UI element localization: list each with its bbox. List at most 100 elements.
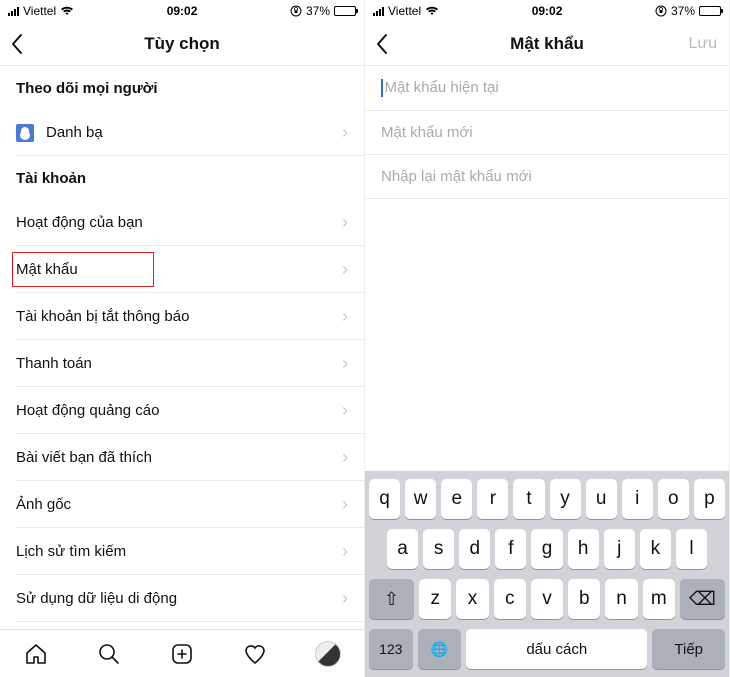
key-k[interactable]: k [640, 529, 671, 569]
back-button[interactable] [375, 33, 389, 55]
space-key[interactable]: dấu cách [466, 629, 647, 669]
key-h[interactable]: h [568, 529, 599, 569]
key-x[interactable]: x [456, 579, 488, 619]
row-password[interactable]: Mật khẩu › [0, 246, 364, 293]
key-w[interactable]: w [405, 479, 436, 519]
row-label: Tài khoản bị tắt thông báo [16, 308, 189, 325]
return-key[interactable]: Tiếp [652, 629, 725, 669]
key-s[interactable]: s [423, 529, 454, 569]
row-activity[interactable]: Hoạt động của bạn › [0, 199, 364, 246]
clock: 09:02 [167, 4, 198, 18]
current-password-field[interactable]: Mật khẩu hiện tại [365, 66, 729, 111]
row-label: Bài viết bạn đã thích [16, 449, 152, 466]
chevron-right-icon: › [342, 212, 348, 233]
signal-icon [373, 7, 384, 16]
row-label: Hoạt động quảng cáo [16, 402, 159, 419]
row-cellular-data[interactable]: Sử dụng dữ liệu di động › [0, 575, 364, 622]
key-b[interactable]: b [568, 579, 600, 619]
key-m[interactable]: m [643, 579, 675, 619]
row-payments[interactable]: Thanh toán › [0, 340, 364, 387]
chevron-right-icon: › [342, 588, 348, 609]
page-title: Tùy chọn [144, 34, 220, 54]
key-n[interactable]: n [605, 579, 637, 619]
new-password-field[interactable]: Mật khẩu mới [365, 111, 729, 155]
key-j[interactable]: j [604, 529, 635, 569]
key-y[interactable]: y [550, 479, 581, 519]
back-button[interactable] [10, 33, 24, 55]
wifi-icon [425, 6, 439, 16]
contacts-icon [16, 124, 34, 142]
keyboard-row-1: q w e r t y u i o p [369, 479, 725, 519]
key-q[interactable]: q [369, 479, 400, 519]
key-v[interactable]: v [531, 579, 563, 619]
key-d[interactable]: d [459, 529, 490, 569]
new-post-tab[interactable] [169, 641, 195, 667]
nav-header: Tùy chọn [0, 22, 364, 66]
row-contacts[interactable]: Danh bạ › [0, 109, 364, 156]
key-p[interactable]: p [694, 479, 725, 519]
confirm-password-field[interactable]: Nhập lại mật khẩu mới [365, 155, 729, 199]
nav-header: Mật khẩu Lưu [365, 22, 729, 66]
section-account-header: Tài khoản [0, 156, 364, 199]
key-g[interactable]: g [531, 529, 562, 569]
chevron-right-icon: › [342, 122, 348, 143]
keyboard-row-4: 123 🌐 dấu cách Tiếp [369, 629, 725, 669]
chevron-right-icon: › [342, 306, 348, 327]
chevron-right-icon: › [342, 541, 348, 562]
shift-key[interactable]: ⇧ [369, 579, 414, 619]
section-follow-header: Theo dõi mọi người [0, 66, 364, 109]
chevron-right-icon: › [342, 447, 348, 468]
keyboard-row-2: a s d f g h j k l [369, 529, 725, 569]
row-ad-activity[interactable]: Hoạt động quảng cáo › [0, 387, 364, 434]
carrier-label: Viettel [388, 4, 421, 18]
chevron-right-icon: › [342, 353, 348, 374]
search-tab[interactable] [96, 641, 122, 667]
row-label: Sử dụng dữ liệu di động [16, 590, 177, 607]
key-a[interactable]: a [387, 529, 418, 569]
backspace-icon: ⌫ [689, 588, 716, 611]
row-liked-posts[interactable]: Bài viết bạn đã thích › [0, 434, 364, 481]
chevron-right-icon: › [342, 400, 348, 421]
key-e[interactable]: e [441, 479, 472, 519]
key-f[interactable]: f [495, 529, 526, 569]
row-search-history[interactable]: Lịch sử tìm kiếm › [0, 528, 364, 575]
phone-options: Viettel 09:02 37% Tùy chọn Theo dõi mọi … [0, 0, 365, 677]
key-u[interactable]: u [586, 479, 617, 519]
row-label: Thanh toán [16, 355, 92, 372]
carrier-label: Viettel [23, 4, 56, 18]
key-l[interactable]: l [676, 529, 707, 569]
key-c[interactable]: c [494, 579, 526, 619]
row-muted-accounts[interactable]: Tài khoản bị tắt thông báo › [0, 293, 364, 340]
row-label: Mật khẩu [16, 261, 78, 278]
numbers-key[interactable]: 123 [369, 629, 413, 669]
globe-key[interactable]: 🌐 [418, 629, 462, 669]
home-tab[interactable] [23, 641, 49, 667]
avatar [315, 641, 341, 667]
page-title: Mật khẩu [510, 34, 584, 54]
globe-icon: 🌐 [431, 641, 448, 658]
clock: 09:02 [532, 4, 563, 18]
wifi-icon [60, 6, 74, 16]
key-r[interactable]: r [477, 479, 508, 519]
row-label: Danh bạ [46, 124, 103, 141]
chevron-right-icon: › [342, 494, 348, 515]
row-language[interactable]: Ngôn ngữ › [0, 622, 364, 629]
text-cursor [381, 79, 383, 97]
status-bar: Viettel 09:02 37% [0, 0, 364, 22]
signal-icon [8, 7, 19, 16]
backspace-key[interactable]: ⌫ [680, 579, 725, 619]
key-z[interactable]: z [419, 579, 451, 619]
settings-list[interactable]: Theo dõi mọi người Danh bạ › Tài khoản H… [0, 66, 364, 629]
key-o[interactable]: o [658, 479, 689, 519]
key-t[interactable]: t [513, 479, 544, 519]
activity-tab[interactable] [242, 641, 268, 667]
key-i[interactable]: i [622, 479, 653, 519]
row-original-photo[interactable]: Ảnh gốc › [0, 481, 364, 528]
rotation-lock-icon [290, 5, 302, 17]
status-bar: Viettel 09:02 37% [365, 0, 729, 22]
profile-tab[interactable] [315, 641, 341, 667]
save-button[interactable]: Lưu [688, 35, 717, 53]
placeholder: Mật khẩu hiện tại [385, 79, 499, 96]
row-label: Ảnh gốc [16, 496, 71, 513]
rotation-lock-icon [655, 5, 667, 17]
